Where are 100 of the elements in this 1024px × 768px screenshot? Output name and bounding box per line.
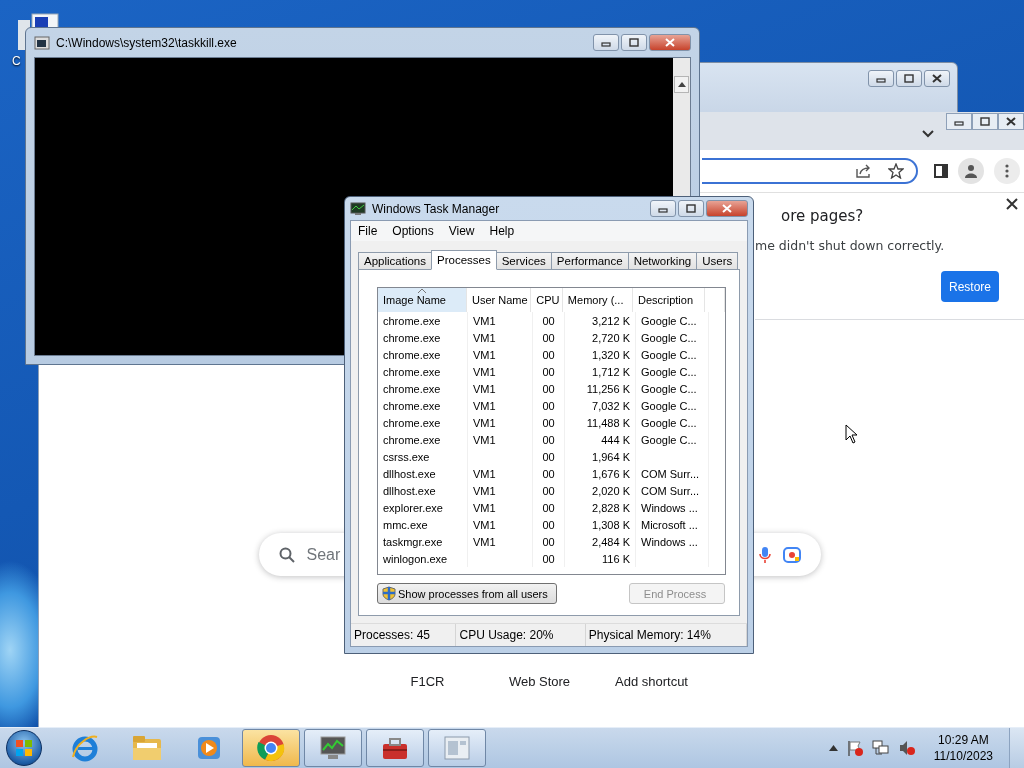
table-cell: chrome.exe bbox=[378, 329, 468, 346]
table-cell: Google C... bbox=[636, 380, 709, 397]
internet-explorer-icon[interactable] bbox=[70, 733, 100, 763]
table-cell: VM1 bbox=[468, 431, 533, 448]
column-header[interactable]: Image Name bbox=[378, 288, 467, 312]
table-cell: dllhost.exe bbox=[378, 465, 468, 482]
address-bar[interactable] bbox=[702, 158, 918, 184]
table-cell: 00 bbox=[533, 533, 565, 550]
close-icon[interactable] bbox=[931, 74, 943, 83]
scroll-up-icon[interactable] bbox=[677, 82, 686, 87]
search-icon bbox=[278, 546, 295, 563]
table-cell: 00 bbox=[533, 499, 565, 516]
shortcut-link[interactable]: Web Store bbox=[483, 674, 596, 689]
table-cell: COM Surr... bbox=[636, 465, 709, 482]
tab[interactable]: Performance bbox=[550, 252, 629, 269]
table-cell: Windows ... bbox=[636, 533, 709, 550]
maximize-icon[interactable] bbox=[903, 74, 915, 83]
table-cell: 2,828 K bbox=[565, 499, 636, 516]
media-player-icon[interactable] bbox=[195, 734, 223, 762]
table-cell: Google C... bbox=[636, 397, 709, 414]
table-cell: 1,676 K bbox=[565, 465, 636, 482]
table-cell: VM1 bbox=[468, 312, 533, 329]
table-cell: Microsoft ... bbox=[636, 516, 709, 533]
clock[interactable]: 10:29 AM 11/10/2023 bbox=[933, 733, 993, 763]
taskbar-button[interactable] bbox=[366, 729, 424, 767]
table-cell: 00 bbox=[533, 448, 565, 465]
table-cell: VM1 bbox=[468, 346, 533, 363]
show-hidden-icons-icon[interactable] bbox=[828, 745, 838, 751]
table-cell: chrome.exe bbox=[378, 363, 468, 380]
share-icon[interactable] bbox=[856, 164, 872, 178]
status-text: Physical Memory: 14% bbox=[585, 624, 747, 646]
shield-icon bbox=[382, 586, 396, 601]
taskbar-button[interactable] bbox=[304, 729, 362, 767]
tab[interactable]: Applications bbox=[358, 252, 432, 269]
show-all-users-button[interactable]: Show processes from all users bbox=[377, 583, 557, 604]
tab[interactable]: Networking bbox=[627, 252, 698, 269]
window-title: Windows Task Manager bbox=[372, 201, 501, 216]
table-cell: VM1 bbox=[468, 397, 533, 414]
table-cell: chrome.exe bbox=[378, 312, 468, 329]
table-cell: 1,320 K bbox=[565, 346, 636, 363]
tab[interactable]: Users bbox=[696, 252, 739, 269]
table-cell: chrome.exe bbox=[378, 397, 468, 414]
menu-item[interactable]: Options bbox=[385, 224, 442, 238]
table-cell: 00 bbox=[533, 482, 565, 499]
table-cell: 00 bbox=[533, 414, 565, 431]
network-icon[interactable] bbox=[871, 739, 890, 757]
flag-icon[interactable] bbox=[845, 739, 864, 757]
table-cell: 00 bbox=[533, 516, 565, 533]
table-cell: VM1 bbox=[468, 380, 533, 397]
table-cell: 00 bbox=[533, 380, 565, 397]
table-cell: Google C... bbox=[636, 329, 709, 346]
table-cell: 11,256 K bbox=[565, 380, 636, 397]
table-cell: mmc.exe bbox=[378, 516, 468, 533]
taskbar-button[interactable] bbox=[242, 729, 300, 767]
chrome-icon[interactable] bbox=[256, 733, 286, 763]
monitor-icon[interactable] bbox=[318, 734, 348, 762]
camera-icon[interactable] bbox=[782, 545, 801, 564]
table-cell: 00 bbox=[533, 397, 565, 414]
table-cell: 1,712 K bbox=[565, 363, 636, 380]
side-panel-icon[interactable] bbox=[934, 164, 948, 178]
table-cell: Google C... bbox=[636, 431, 709, 448]
table-cell: Google C... bbox=[636, 363, 709, 380]
menu-item[interactable]: View bbox=[441, 224, 483, 238]
microphone-icon[interactable] bbox=[758, 545, 771, 564]
table-cell: 2,020 K bbox=[565, 482, 636, 499]
table-cell: VM1 bbox=[468, 465, 533, 482]
tab[interactable]: Services bbox=[495, 252, 552, 269]
table-cell: 7,032 K bbox=[565, 397, 636, 414]
desktop-icon-label[interactable]: C bbox=[12, 54, 21, 68]
profile-icon[interactable] bbox=[958, 158, 984, 184]
shortcut-link[interactable]: Add shortcut bbox=[595, 674, 708, 689]
tab[interactable]: Processes bbox=[431, 250, 497, 270]
table-cell: csrss.exe bbox=[378, 448, 468, 465]
restore-button[interactable]: Restore bbox=[941, 271, 999, 302]
table-cell: chrome.exe bbox=[378, 414, 468, 431]
chevron-down-icon[interactable] bbox=[922, 130, 934, 138]
close-icon[interactable] bbox=[1005, 117, 1017, 126]
muted-speaker-icon[interactable] bbox=[897, 739, 916, 757]
close-icon[interactable] bbox=[1006, 198, 1018, 210]
windows-logo-icon bbox=[15, 739, 33, 757]
maximize-icon[interactable] bbox=[628, 38, 640, 47]
table-cell: dllhost.exe bbox=[378, 482, 468, 499]
table-cell: VM1 bbox=[468, 516, 533, 533]
table-cell: VM1 bbox=[468, 533, 533, 550]
table-cell: 00 bbox=[533, 550, 565, 567]
star-icon[interactable] bbox=[888, 163, 904, 179]
maximize-icon[interactable] bbox=[685, 204, 697, 213]
table-cell: 00 bbox=[533, 431, 565, 448]
table-cell: Google C... bbox=[636, 414, 709, 431]
restore-message: me didn't shut down correctly. bbox=[755, 238, 945, 253]
shortcut-link[interactable]: F1CR bbox=[371, 674, 484, 689]
menu-item[interactable]: File bbox=[351, 224, 386, 238]
table-cell: winlogon.exe bbox=[378, 550, 468, 567]
table-cell: 1,964 K bbox=[565, 448, 636, 465]
menu-item[interactable]: Help bbox=[482, 224, 523, 238]
table-cell: chrome.exe bbox=[378, 380, 468, 397]
table-cell: taskmgr.exe bbox=[378, 533, 468, 550]
maximize-icon[interactable] bbox=[979, 117, 991, 126]
table-cell: VM1 bbox=[468, 482, 533, 499]
start-button[interactable] bbox=[6, 730, 42, 766]
